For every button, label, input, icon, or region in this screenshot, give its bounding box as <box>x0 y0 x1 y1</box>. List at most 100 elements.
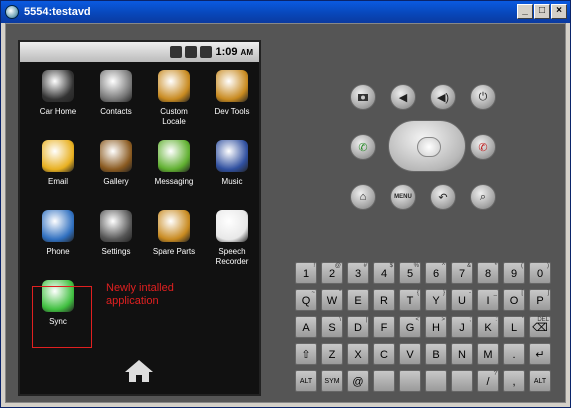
home-button[interactable]: ⌂ <box>350 184 376 210</box>
volume-down-button[interactable]: ◀ <box>390 84 416 110</box>
key[interactable]: H > <box>425 316 447 338</box>
app-gallery[interactable]: Gallery <box>86 140 146 206</box>
key[interactable]: 9( <box>503 262 525 284</box>
app-label: Dev Tools <box>214 107 250 116</box>
key[interactable]: 1! <box>295 262 317 284</box>
key[interactable]: Q ~ <box>295 289 317 311</box>
key-alt-label: \ <box>339 317 341 323</box>
close-button[interactable]: × <box>551 4 567 19</box>
key[interactable] <box>373 370 395 392</box>
key[interactable]: 5% <box>399 262 421 284</box>
app-contacts[interactable]: Contacts <box>86 70 146 136</box>
key[interactable]: Y} <box>425 289 447 311</box>
key[interactable]: G < <box>399 316 421 338</box>
battery-icon <box>200 46 213 58</box>
app-car-home[interactable]: Car Home <box>28 70 88 136</box>
key[interactable]: V <box>399 343 421 365</box>
key[interactable]: , <box>503 370 525 392</box>
app-email[interactable]: Email <box>28 140 88 206</box>
app-settings[interactable]: Settings <box>86 210 146 276</box>
key[interactable]: M <box>477 343 499 365</box>
key[interactable]: S \ <box>321 316 343 338</box>
key[interactable]: ⌫ DEL <box>529 316 551 338</box>
key[interactable]: @ <box>347 370 369 392</box>
maximize-button[interactable]: □ <box>534 4 550 19</box>
power-button[interactable]: ⏻ <box>470 84 496 110</box>
key[interactable]: 7 & <box>451 262 473 284</box>
key[interactable]: B <box>425 343 447 365</box>
key[interactable]: ↵ <box>529 343 551 365</box>
key[interactable]: W " <box>321 289 343 311</box>
key[interactable] <box>451 370 473 392</box>
key[interactable]: U- <box>451 289 473 311</box>
camera-button[interactable] <box>350 84 376 110</box>
key-alt-label: ' <box>521 317 523 323</box>
settings-icon <box>100 210 132 242</box>
search-button[interactable]: ⌕ <box>470 184 496 210</box>
app-spare-parts[interactable]: Spare Parts <box>144 210 204 276</box>
key[interactable]: Z <box>321 343 343 365</box>
menu-button[interactable]: MENU <box>390 184 416 210</box>
key[interactable]: D | <box>347 316 369 338</box>
key[interactable]: K: <box>477 316 499 338</box>
key[interactable]: T{ <box>399 289 421 311</box>
key[interactable]: 3 # <box>347 262 369 284</box>
hardware-keyboard: 1! 2 @3 #4 $5% 6 ^ 7 & 8 * 9(0) Q ~ W " E R T{Y} U - I _ O[P] A S… <box>295 262 561 398</box>
app-speech-recorder[interactable]: Speech Recorder <box>202 210 262 276</box>
key[interactable]: C <box>373 343 395 365</box>
key[interactable]: E <box>347 289 369 311</box>
key[interactable]: F <box>373 316 395 338</box>
app-phone[interactable]: Phone <box>28 210 88 276</box>
key[interactable]: ALT <box>529 370 551 392</box>
highlight-box <box>32 286 92 348</box>
key[interactable]: ⇧ <box>295 343 317 365</box>
key-label: X <box>354 349 362 361</box>
key-label: M <box>483 349 493 361</box>
key[interactable] <box>425 370 447 392</box>
key[interactable]: I _ <box>477 289 499 311</box>
app-music[interactable]: Music <box>202 140 262 206</box>
app-dev-tools[interactable]: Dev Tools <box>202 70 262 136</box>
key[interactable]: X <box>347 343 369 365</box>
title-bar[interactable]: 5554:testavd _ □ × <box>1 1 570 23</box>
key[interactable]: P] <box>529 289 551 311</box>
key[interactable]: J; <box>451 316 473 338</box>
key-label: N <box>458 349 466 361</box>
key[interactable] <box>399 370 421 392</box>
key-alt-label: ( <box>521 263 523 269</box>
key-alt-label: $ <box>389 263 393 269</box>
app-label: Settings <box>101 247 131 256</box>
key[interactable]: A <box>295 316 317 338</box>
key[interactable]: 8 * <box>477 262 499 284</box>
search-icon: ⌕ <box>479 190 487 203</box>
dpad-center[interactable] <box>417 137 441 157</box>
end-call-button[interactable]: ✆ <box>470 134 496 160</box>
app-label: Contacts <box>100 107 132 116</box>
minimize-button[interactable]: _ <box>517 4 533 19</box>
key[interactable]: 4 $ <box>373 262 395 284</box>
key[interactable]: 2 @ <box>321 262 343 284</box>
key[interactable]: ALT <box>295 370 317 392</box>
key[interactable]: L ' <box>503 316 525 338</box>
dpad[interactable] <box>388 120 466 172</box>
key[interactable]: O[ <box>503 289 525 311</box>
key[interactable]: 6 ^ <box>425 262 447 284</box>
key[interactable]: SYM <box>321 370 343 392</box>
key[interactable]: . <box>503 343 525 365</box>
key[interactable]: /? <box>477 370 499 392</box>
key[interactable]: R <box>373 289 395 311</box>
key[interactable]: 0) <box>529 262 551 284</box>
home-icon[interactable] <box>123 358 155 384</box>
gear-icon <box>158 70 190 102</box>
app-messaging[interactable]: Messaging <box>144 140 204 206</box>
app-custom-locale[interactable]: Custom Locale <box>144 70 204 136</box>
volume-up-button[interactable]: ◀) <box>430 84 456 110</box>
key-label: R <box>380 295 388 307</box>
key-alt-label: * <box>494 263 497 269</box>
key-alt-label: " <box>338 290 341 296</box>
key[interactable]: N <box>451 343 473 365</box>
key-alt-label: ; <box>469 317 471 323</box>
key-label: J <box>459 322 465 334</box>
back-button[interactable]: ↶ <box>430 184 456 210</box>
call-button[interactable]: ✆ <box>350 134 376 160</box>
